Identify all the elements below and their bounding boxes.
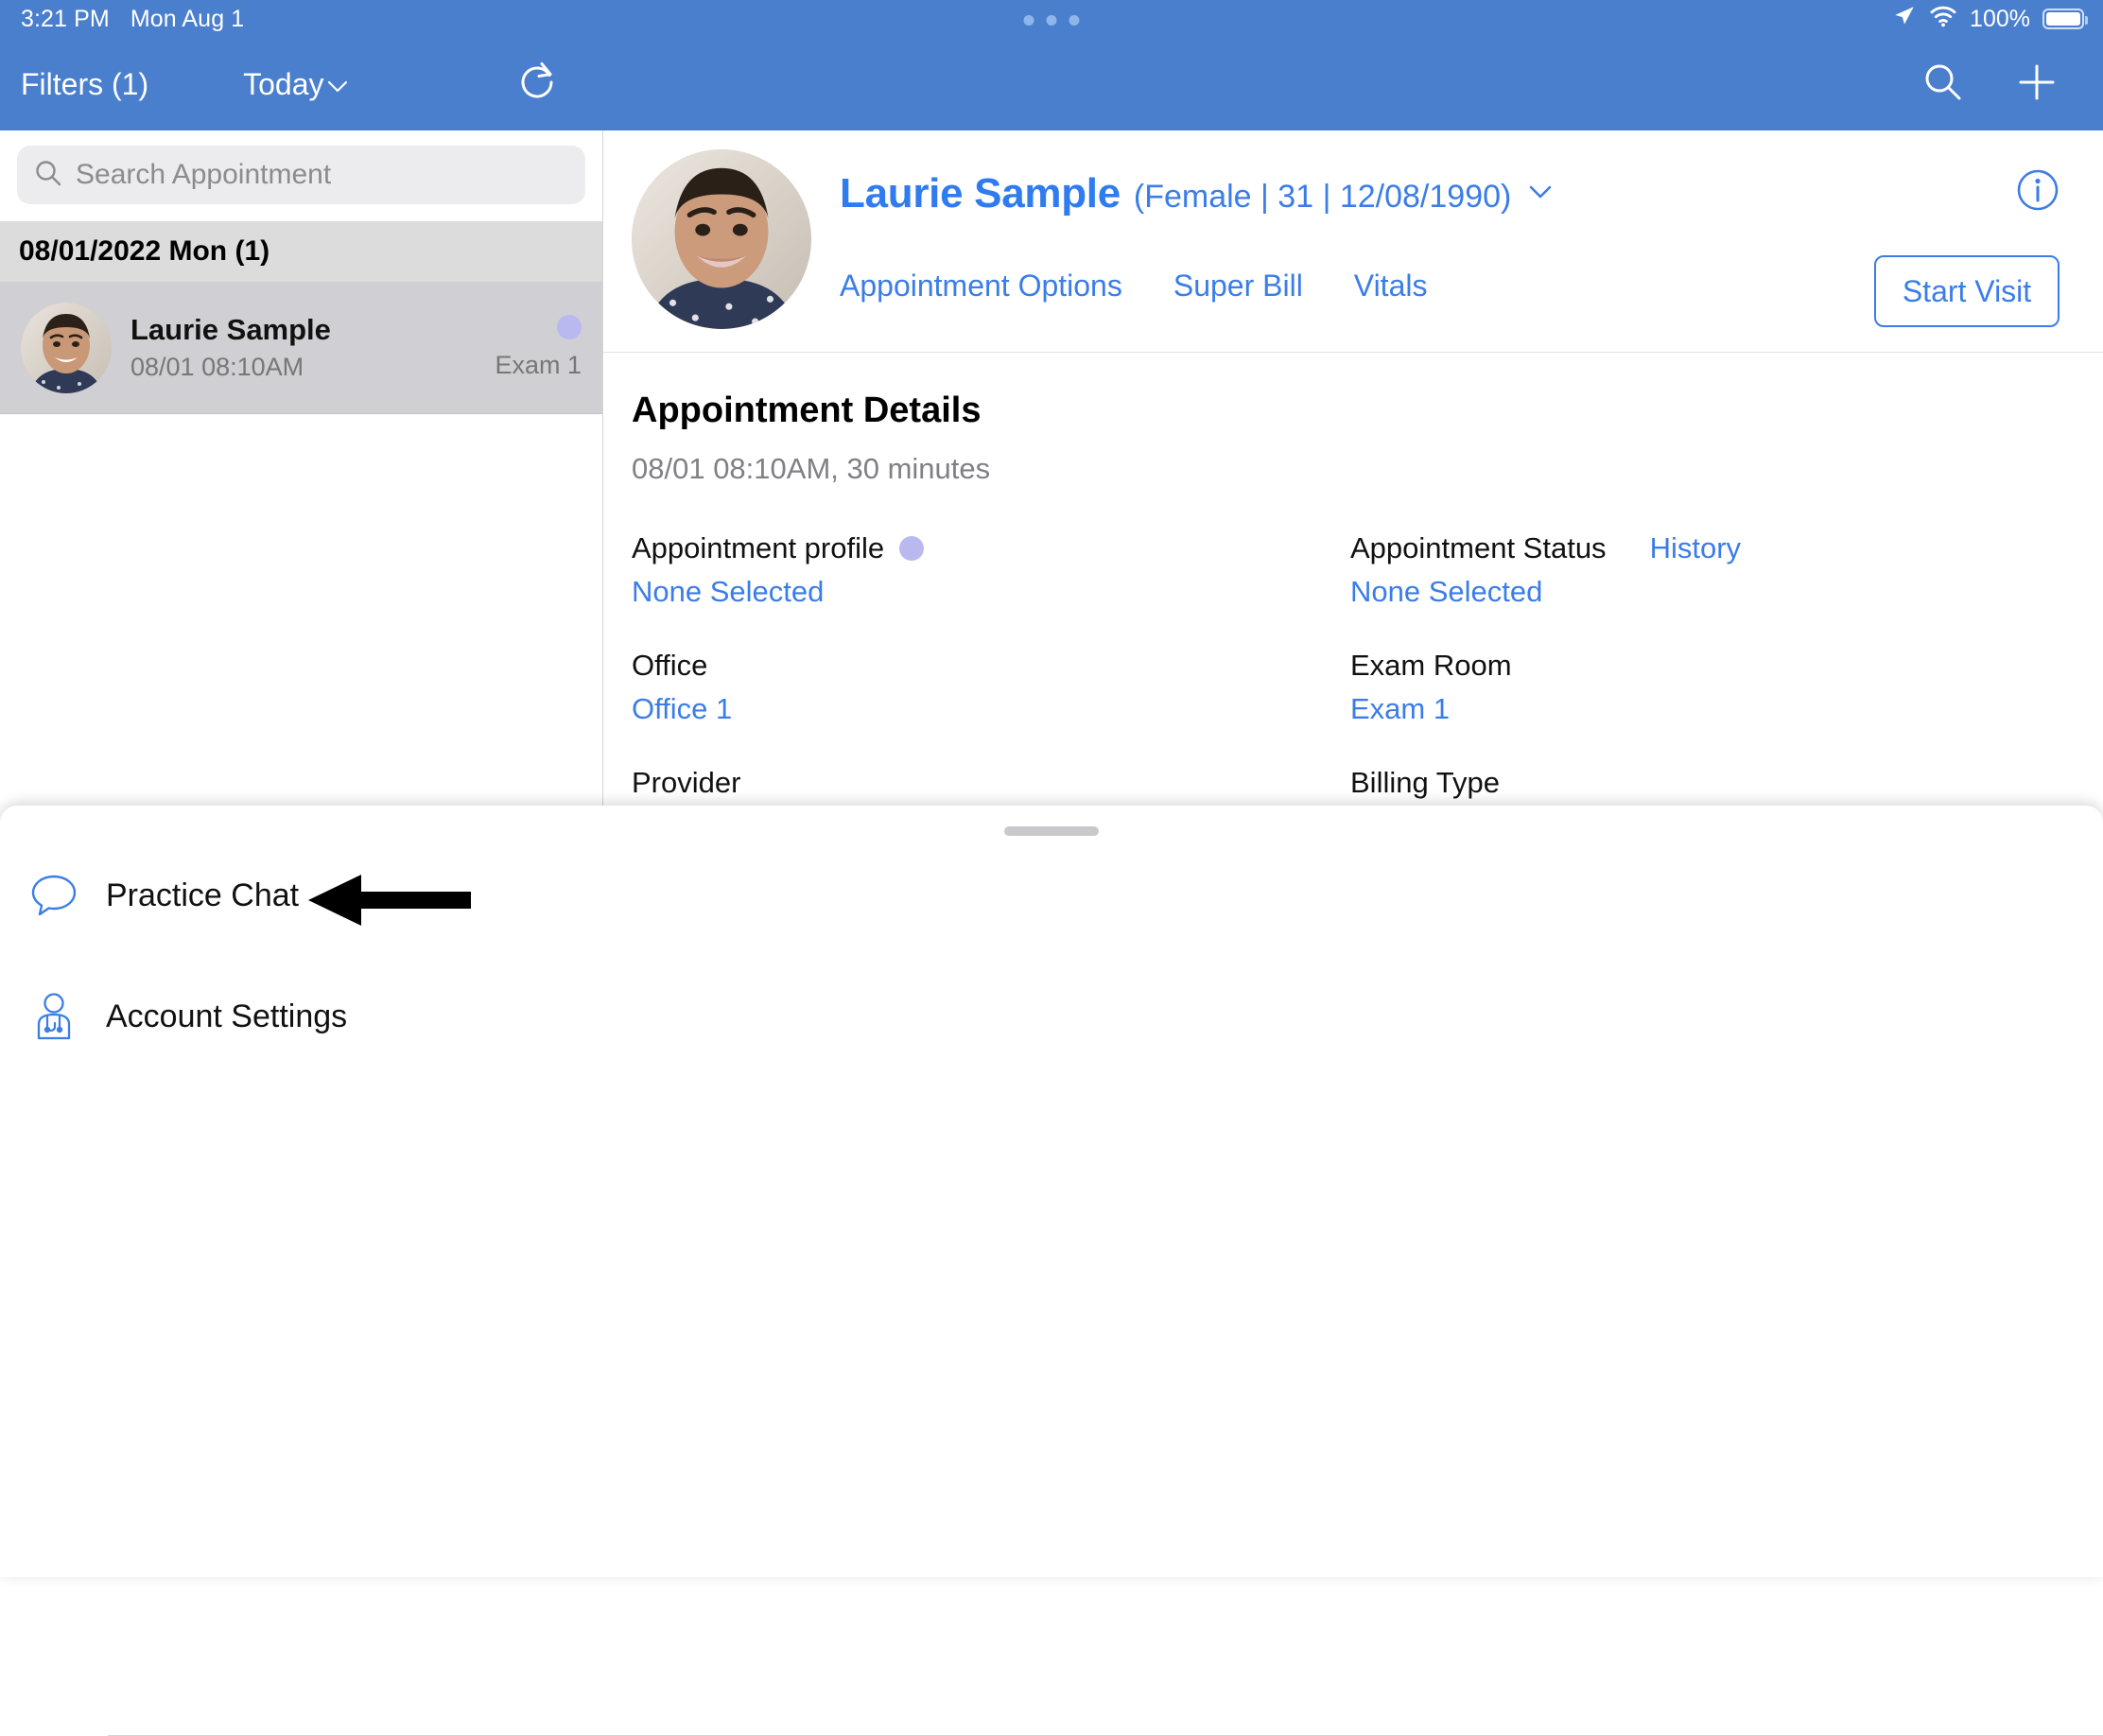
appointment-time: 08/01 08:10AM (130, 353, 304, 381)
label-text: Appointment profile (632, 531, 885, 564)
sheet-item-account-settings[interactable]: Account Settings (0, 974, 2103, 1059)
patient-tabs: Appointment Options Super Bill Vitals (840, 269, 1427, 304)
label-text: Appointment Status (1350, 531, 1607, 564)
chat-bubble-icon (25, 873, 83, 918)
start-visit-label: Start Visit (1902, 273, 2032, 308)
field-label: Exam Room (1350, 649, 1512, 682)
sheet-item-label: Practice Chat (106, 877, 300, 913)
search-icon (34, 159, 62, 192)
field-appointment-profile: Appointment profile None Selected (632, 531, 1350, 609)
appointment-meta: Exam 1 (495, 282, 582, 413)
field-label: Billing Type (1350, 766, 1500, 799)
plus-icon[interactable] (2014, 60, 2060, 110)
patient-name: Laurie Sample (840, 170, 1121, 217)
info-circle-icon[interactable] (2016, 168, 2060, 217)
field-office: Office Office 1 (632, 649, 1350, 726)
tab-super-bill[interactable]: Super Bill (1173, 269, 1303, 304)
filters-button[interactable]: Filters (1) (21, 67, 148, 102)
appointment-profile-dot (557, 315, 582, 339)
tab-vitals[interactable]: Vitals (1354, 269, 1428, 304)
start-visit-button[interactable]: Start Visit (1874, 255, 2060, 327)
appointment-datetime: 08/01 08:10AM, 30 minutes (632, 452, 991, 485)
field-label: Provider (632, 766, 741, 799)
appointment-text: Laurie Sample 08/01 08:10AM (130, 313, 331, 382)
annotation-arrow-icon (308, 871, 471, 934)
status-bar: 3:21 PM Mon Aug 1 100% (0, 0, 2103, 38)
multitask-dots-icon[interactable] (1023, 15, 1080, 26)
field-value[interactable]: None Selected (632, 575, 1350, 609)
sheet-item-label: Account Settings (106, 998, 348, 1034)
status-bar-right: 100% (1892, 4, 2088, 35)
search-container: Search Appointment (0, 130, 602, 221)
today-label: Today (243, 66, 324, 101)
search-input[interactable]: Search Appointment (17, 146, 585, 204)
battery-icon (2042, 9, 2088, 29)
tab-appointment-options[interactable]: Appointment Options (840, 269, 1122, 304)
field-value[interactable]: Office 1 (632, 692, 1350, 726)
right-navigation-bar (603, 38, 2103, 130)
avatar (21, 302, 112, 393)
patient-header: Laurie Sample (Female | 31 | 12/08/1990)… (603, 130, 2103, 353)
chevron-down-icon[interactable] (1528, 183, 1553, 205)
field-value[interactable]: Exam 1 (1350, 692, 2103, 726)
dot (1069, 15, 1080, 26)
left-navigation-bar: Filters (1) Today (0, 38, 603, 130)
wifi-icon (1929, 5, 1957, 34)
refresh-icon[interactable] (516, 61, 558, 109)
field-value[interactable]: None Selected (1350, 575, 2103, 609)
patient-name-row[interactable]: Laurie Sample (Female | 31 | 12/08/1990) (840, 170, 1553, 217)
history-link[interactable]: History (1650, 531, 1741, 565)
dot (1046, 15, 1057, 26)
doctor-stethoscope-icon (25, 992, 83, 1041)
date-group-header: 08/01/2022 Mon (1) (0, 221, 602, 282)
appointment-profile-dot (899, 536, 925, 561)
status-bar-left: 3:21 PM Mon Aug 1 (21, 6, 244, 33)
patient-avatar[interactable] (632, 149, 811, 329)
search-placeholder: Search Appointment (76, 159, 332, 190)
status-date: Mon Aug 1 (130, 5, 245, 32)
chevron-down-icon (327, 67, 348, 102)
field-label: Appointment profile (632, 531, 1350, 565)
field-label: Office (632, 649, 708, 682)
sheet-grabber-handle[interactable] (1004, 826, 1099, 836)
dot (1023, 15, 1034, 26)
field-label: Appointment Status History (1350, 531, 2103, 565)
appointment-room: Exam 1 (495, 351, 582, 379)
battery-percent: 100% (1970, 5, 2030, 32)
status-time: 3:21 PM (21, 5, 110, 32)
today-dropdown-button[interactable]: Today (243, 67, 347, 102)
location-arrow-icon (1892, 4, 1917, 35)
search-icon[interactable] (1921, 61, 1965, 109)
field-exam-room: Exam Room Exam 1 (1350, 649, 2103, 726)
field-appointment-status: Appointment Status History None Selected (1350, 531, 2103, 609)
appointment-list-item[interactable]: Laurie Sample 08/01 08:10AM Exam 1 (0, 282, 602, 414)
patient-demographics: (Female | 31 | 12/08/1990) (1133, 179, 1512, 215)
page-title: Appointment Details (632, 391, 982, 430)
appointment-patient-name: Laurie Sample (130, 313, 331, 346)
